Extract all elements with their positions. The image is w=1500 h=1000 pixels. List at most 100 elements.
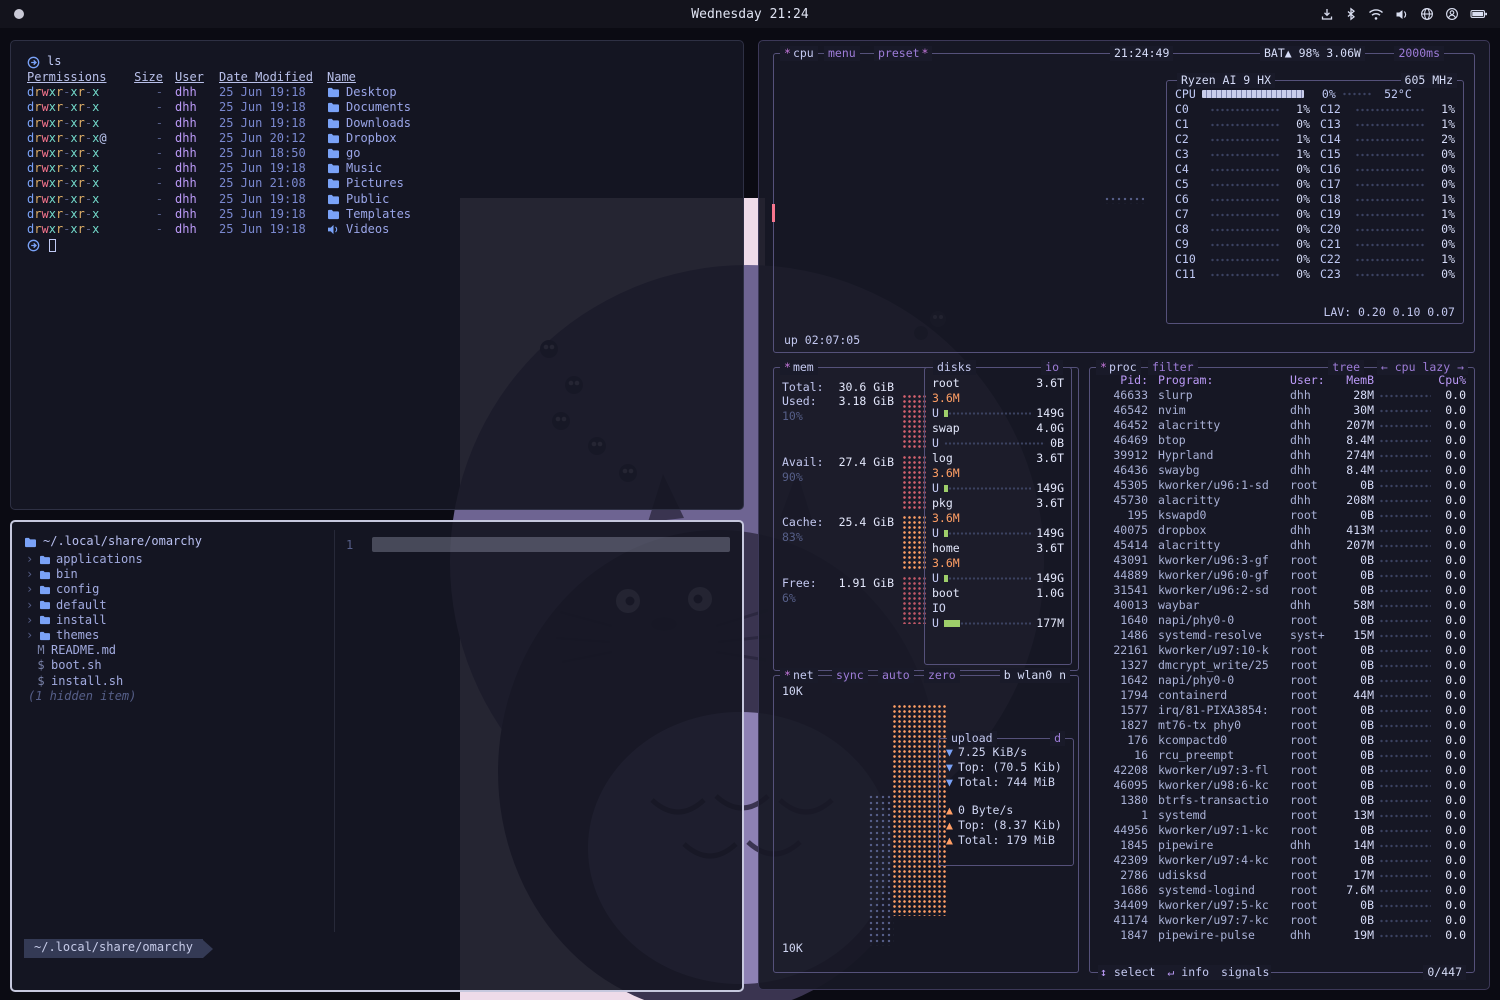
net-speed-text: 0 Byte/s	[958, 803, 1013, 818]
bluetooth-icon[interactable]	[1345, 7, 1357, 21]
process-row[interactable]: 46633 slurp dhh 28M 0.0	[1096, 388, 1466, 403]
process-row[interactable]: 39912 Hyprland dhh 274M 0.0	[1096, 448, 1466, 463]
info-button[interactable]: info	[1181, 965, 1209, 979]
header-proc-user[interactable]: User:	[1290, 373, 1336, 388]
net-axis-bottom: 10K	[782, 941, 803, 956]
process-row[interactable]: 45305 kworker/u96:1-sd root 0B 0.0	[1096, 478, 1466, 493]
process-row[interactable]: 1686 systemd-logind root 7.6M 0.0	[1096, 883, 1466, 898]
tree-dir-item[interactable]: › applications	[24, 552, 324, 567]
tree-file-item[interactable]: $ install.sh	[24, 674, 324, 689]
process-row[interactable]: 46542 nvim dhh 30M 0.0	[1096, 403, 1466, 418]
process-row[interactable]: 44956 kworker/u97:1-kc root 0B 0.0	[1096, 823, 1466, 838]
core-label: C11	[1175, 267, 1205, 282]
header-pid[interactable]: Pid:	[1096, 373, 1148, 388]
file-manager-window[interactable]: ~/.local/share/omarchy › applications › …	[10, 520, 744, 992]
terminal-window[interactable]: ls Permissions Size User Date Modified N…	[10, 40, 744, 510]
net-auto-button[interactable]: auto	[882, 668, 910, 683]
mem-stat-label: Used:	[782, 394, 817, 409]
process-row[interactable]: 1380 btrfs-transactio root 0B 0.0	[1096, 793, 1466, 808]
process-row[interactable]: 46469 btop dhh 8.4M 0.0	[1096, 433, 1466, 448]
tree-dir-item[interactable]: › install	[24, 613, 324, 628]
net-interface[interactable]: b wlan0 n	[1004, 668, 1066, 683]
battery-icon[interactable]	[1470, 8, 1488, 20]
process-row[interactable]: 44889 kworker/u96:0-gf root 0B 0.0	[1096, 568, 1466, 583]
core-percent: 0%	[1429, 222, 1455, 237]
process-row[interactable]: 46095 kworker/u98:6-kc root 0B 0.0	[1096, 778, 1466, 793]
process-name: dropbox	[1158, 523, 1286, 538]
statusbar-path: ~/.local/share/omarchy	[24, 939, 203, 957]
cpu-core-row: C22 1%	[1320, 252, 1455, 267]
process-meter	[1379, 918, 1431, 924]
core-percent: 0%	[1284, 162, 1310, 177]
process-row[interactable]: 41174 kworker/u97:7-kc root 0B 0.0	[1096, 913, 1466, 928]
process-row[interactable]: 46452 alacritty dhh 207M 0.0	[1096, 418, 1466, 433]
select-hint[interactable]: select	[1114, 965, 1156, 979]
process-row[interactable]: 2786 udisksd root 17M 0.0	[1096, 868, 1466, 883]
process-row[interactable]: 195 kswapd0 root 0B 0.0	[1096, 508, 1466, 523]
header-program[interactable]: Program:	[1158, 373, 1286, 388]
volume-icon[interactable]	[1395, 8, 1409, 21]
process-name: Hyprland	[1158, 448, 1286, 463]
process-row[interactable]: 45730 alacritty dhh 208M 0.0	[1096, 493, 1466, 508]
top-bar: Wednesday 21:24	[0, 0, 1500, 28]
process-pid: 31541	[1096, 583, 1148, 598]
core-meter	[1355, 107, 1424, 113]
process-row[interactable]: 1847 pipewire-pulse dhh 19M 0.0	[1096, 928, 1466, 943]
wifi-icon[interactable]	[1368, 8, 1384, 21]
process-row[interactable]: 1327 dmcrypt_write/25 root 0B 0.0	[1096, 658, 1466, 673]
process-cpu: 0.0	[1436, 703, 1466, 718]
process-meter	[1379, 468, 1431, 474]
process-name: pipewire	[1158, 838, 1286, 853]
tree-file-item[interactable]: $ boot.sh	[24, 658, 324, 673]
process-row[interactable]: 34409 kworker/u97:5-kc root 0B 0.0	[1096, 898, 1466, 913]
net-zero-button[interactable]: zero	[928, 668, 956, 683]
io-toggle[interactable]: io	[1045, 360, 1059, 375]
process-row[interactable]: 42309 kworker/u97:4-kc root 0B 0.0	[1096, 853, 1466, 868]
tree-dir-item[interactable]: › config	[24, 582, 324, 597]
process-row[interactable]: 1794 containerd root 44M 0.0	[1096, 688, 1466, 703]
process-row[interactable]: 31541 kworker/u96:2-sd root 0B 0.0	[1096, 583, 1466, 598]
tree-dir-item[interactable]: › bin	[24, 567, 324, 582]
process-row[interactable]: 40075 dropbox dhh 413M 0.0	[1096, 523, 1466, 538]
file-name: Templates	[327, 207, 411, 222]
net-sync-button[interactable]: sync	[836, 668, 864, 683]
process-row[interactable]: 1640 napi/phy0-0 root 0B 0.0	[1096, 613, 1466, 628]
header-cpu[interactable]: Cpu%	[1438, 373, 1466, 388]
globe-icon[interactable]	[1420, 7, 1434, 21]
process-row[interactable]: 176 kcompactd0 root 0B 0.0	[1096, 733, 1466, 748]
process-row[interactable]: 1827 mt76-tx phy0 root 0B 0.0	[1096, 718, 1466, 733]
process-pid: 1380	[1096, 793, 1148, 808]
process-row[interactable]: 43091 kworker/u96:3-gf root 0B 0.0	[1096, 553, 1466, 568]
prompt-line-2[interactable]	[27, 237, 727, 253]
tree-root[interactable]: ~/.local/share/omarchy	[24, 534, 324, 550]
process-row[interactable]: 16 rcu_preempt root 0B 0.0	[1096, 748, 1466, 763]
process-row[interactable]: 1845 pipewire dhh 14M 0.0	[1096, 838, 1466, 853]
process-row[interactable]: 1577 irq/81-PIXA3854: root 0B 0.0	[1096, 703, 1466, 718]
tree-dir-item[interactable]: › default	[24, 598, 324, 613]
btop-window[interactable]: * cpu menu preset* 21:24:49 BAT▲ 98% 3.0…	[758, 40, 1490, 990]
cpu-core-row: C23 0%	[1320, 267, 1455, 282]
process-row[interactable]: 1 systemd root 13M 0.0	[1096, 808, 1466, 823]
process-row[interactable]: 1486 systemd-resolve syst+ 15M 0.0	[1096, 628, 1466, 643]
process-cpu: 0.0	[1436, 883, 1466, 898]
process-row[interactable]: 40013 waybar dhh 58M 0.0	[1096, 598, 1466, 613]
preset-button[interactable]: preset	[878, 46, 920, 61]
signals-button[interactable]: signals	[1221, 965, 1269, 980]
menu-button[interactable]: menu	[828, 46, 856, 61]
tray-download-icon[interactable]	[1320, 7, 1334, 21]
header-mem[interactable]: MemB	[1336, 373, 1374, 388]
disk-usage-meter	[944, 530, 1031, 537]
core-label: C8	[1175, 222, 1205, 237]
process-row[interactable]: 46436 swaybg dhh 8.4M 0.0	[1096, 463, 1466, 478]
tree-dir-item[interactable]: › themes	[24, 628, 324, 643]
process-row[interactable]: 1642 napi/phy0-0 root 0B 0.0	[1096, 673, 1466, 688]
core-percent: 0%	[1284, 207, 1310, 222]
process-row[interactable]: 22161 kworker/u97:10-k root 0B 0.0	[1096, 643, 1466, 658]
process-row[interactable]: 42208 kworker/u97:3-fl root 0B 0.0	[1096, 763, 1466, 778]
update-interval[interactable]: 2000ms	[1398, 46, 1440, 61]
file-size: -	[131, 100, 163, 115]
process-row[interactable]: 45414 alacritty dhh 207M 0.0	[1096, 538, 1466, 553]
process-user: root	[1290, 793, 1336, 808]
tree-file-item[interactable]: M README.md	[24, 643, 324, 658]
user-icon[interactable]	[1445, 7, 1459, 21]
